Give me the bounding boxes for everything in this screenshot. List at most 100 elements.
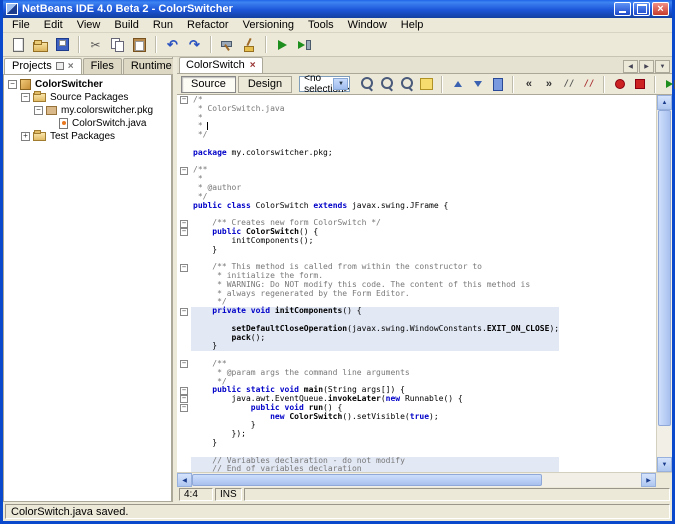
minimize-button[interactable] — [614, 2, 631, 16]
fold-toggle-icon[interactable]: − — [177, 263, 191, 272]
save-all-icon[interactable] — [52, 35, 73, 55]
open-project-icon[interactable] — [30, 35, 51, 55]
close-button[interactable] — [652, 2, 669, 16]
combo-dropdown-icon[interactable] — [333, 78, 348, 90]
menu-refactor[interactable]: Refactor — [180, 18, 236, 32]
tab-runtime[interactable]: Runtime — [123, 58, 180, 74]
expand-icon[interactable]: + — [21, 132, 30, 141]
vscroll-track[interactable] — [657, 110, 672, 457]
scroll-down-icon[interactable] — [657, 457, 672, 472]
redo-icon[interactable] — [184, 35, 205, 55]
code-line[interactable]: }); — [177, 430, 656, 439]
shift-left-icon[interactable] — [519, 76, 538, 92]
start-macro-icon[interactable] — [610, 76, 629, 92]
code-line[interactable]: * @author — [177, 184, 656, 193]
collapse-icon[interactable]: − — [34, 106, 43, 115]
editor-vscrollbar[interactable] — [656, 95, 672, 472]
run-project-icon[interactable] — [272, 35, 293, 55]
code-line[interactable]: * — [177, 175, 656, 184]
close-tab-icon[interactable] — [250, 59, 256, 71]
toggle-highlight-icon[interactable] — [417, 76, 436, 92]
code-lines[interactable]: −/* * ColorSwitch.java * * */package my.… — [177, 95, 656, 472]
code-line[interactable]: } — [177, 439, 656, 448]
design-view-button[interactable]: Design — [238, 76, 292, 93]
menu-window[interactable]: Window — [341, 18, 394, 32]
editor-tab-colorswitch[interactable]: ColorSwitch — [179, 57, 263, 73]
tree-node-test-packages[interactable]: +Test Packages — [4, 130, 171, 143]
menu-versioning[interactable]: Versioning — [236, 18, 301, 32]
scroll-tabs-left-icon[interactable] — [623, 60, 638, 73]
maximize-button[interactable] — [633, 2, 650, 16]
fold-toggle-icon[interactable]: − — [177, 404, 191, 413]
hscroll-thumb[interactable] — [192, 474, 542, 486]
previous-bookmark-icon[interactable] — [448, 76, 467, 92]
find-previous-icon[interactable] — [397, 76, 416, 92]
uncomment-icon[interactable] — [579, 76, 598, 92]
scroll-up-icon[interactable] — [657, 95, 672, 110]
tree-node-colorswitch-java[interactable]: ColorSwitch.java — [4, 117, 171, 130]
code-line[interactable] — [177, 158, 656, 167]
scroll-tabs-right-icon[interactable] — [639, 60, 654, 73]
code-line[interactable]: * @param args the command line arguments — [177, 369, 656, 378]
tree-node-source-packages[interactable]: −Source Packages — [4, 91, 171, 104]
code-line[interactable]: * — [177, 122, 656, 131]
collapse-icon[interactable]: − — [8, 80, 17, 89]
comment-icon[interactable] — [559, 76, 578, 92]
code-line[interactable]: −/** — [177, 166, 656, 175]
code-line[interactable]: package my.colorswitcher.pkg; — [177, 149, 656, 158]
close-panel-icon[interactable] — [68, 60, 74, 72]
menu-tools[interactable]: Tools — [301, 18, 341, 32]
tree-node-my-colorswitcher-pkg[interactable]: −my.colorswitcher.pkg — [4, 104, 171, 117]
copy-icon[interactable] — [107, 35, 128, 55]
hscroll-track[interactable] — [192, 473, 641, 487]
tab-list-icon[interactable] — [655, 60, 670, 73]
code-line[interactable]: } — [177, 246, 656, 255]
find-selection-icon[interactable] — [357, 76, 376, 92]
shift-right-icon[interactable] — [539, 76, 558, 92]
code-line[interactable]: } — [177, 421, 656, 430]
code-line[interactable]: initComponents(); — [177, 237, 656, 246]
scroll-left-icon[interactable] — [177, 473, 192, 487]
menu-edit[interactable]: Edit — [37, 18, 70, 32]
menu-build[interactable]: Build — [107, 18, 145, 32]
clean-build-icon[interactable] — [239, 35, 260, 55]
code-line[interactable]: public class ColorSwitch extends javax.s… — [177, 202, 656, 211]
vscroll-thumb[interactable] — [658, 110, 671, 426]
cut-icon[interactable] — [85, 35, 106, 55]
fold-toggle-icon[interactable]: − — [177, 228, 191, 237]
find-next-icon[interactable] — [377, 76, 396, 92]
scroll-right-icon[interactable] — [641, 473, 656, 487]
code-line[interactable]: } — [177, 342, 656, 351]
new-file-icon[interactable] — [8, 35, 29, 55]
tree-node-colorswitcher[interactable]: −ColorSwitcher — [4, 78, 171, 91]
next-bookmark-icon[interactable] — [468, 76, 487, 92]
editor-hscrollbar[interactable] — [177, 472, 672, 487]
run-to-cursor-icon[interactable] — [661, 76, 675, 92]
menu-run[interactable]: Run — [146, 18, 180, 32]
toggle-bookmark-icon[interactable] — [488, 76, 507, 92]
title-bar[interactable]: NetBeans IDE 4.0 Beta 2 - ColorSwitcher — [3, 0, 672, 18]
paste-icon[interactable] — [129, 35, 150, 55]
code-line[interactable] — [177, 351, 656, 360]
source-view-button[interactable]: Source — [181, 76, 236, 93]
code-line[interactable]: − private void initComponents() { — [177, 307, 656, 316]
fold-toggle-icon[interactable]: − — [177, 307, 191, 316]
collapse-icon[interactable]: − — [21, 93, 30, 102]
menu-file[interactable]: File — [5, 18, 37, 32]
fold-toggle-icon[interactable]: − — [177, 96, 191, 105]
stop-macro-icon[interactable] — [630, 76, 649, 92]
undo-icon[interactable] — [162, 35, 183, 55]
pin-icon[interactable] — [56, 62, 64, 70]
tab-projects[interactable]: Projects — [4, 58, 82, 74]
code-line[interactable]: * ColorSwitch.java — [177, 105, 656, 114]
fold-toggle-icon[interactable]: − — [177, 166, 191, 175]
menu-view[interactable]: View — [70, 18, 108, 32]
build-project-icon[interactable] — [217, 35, 238, 55]
code-line[interactable]: * always regenerated by the Form Editor. — [177, 290, 656, 299]
menu-help[interactable]: Help — [394, 18, 431, 32]
tab-files[interactable]: Files — [83, 58, 122, 74]
code-line[interactable]: pack(); — [177, 334, 656, 343]
component-selection-combo[interactable]: <no selection> — [299, 76, 350, 92]
code-line[interactable]: */ — [177, 131, 656, 140]
debug-project-icon[interactable] — [294, 35, 315, 55]
